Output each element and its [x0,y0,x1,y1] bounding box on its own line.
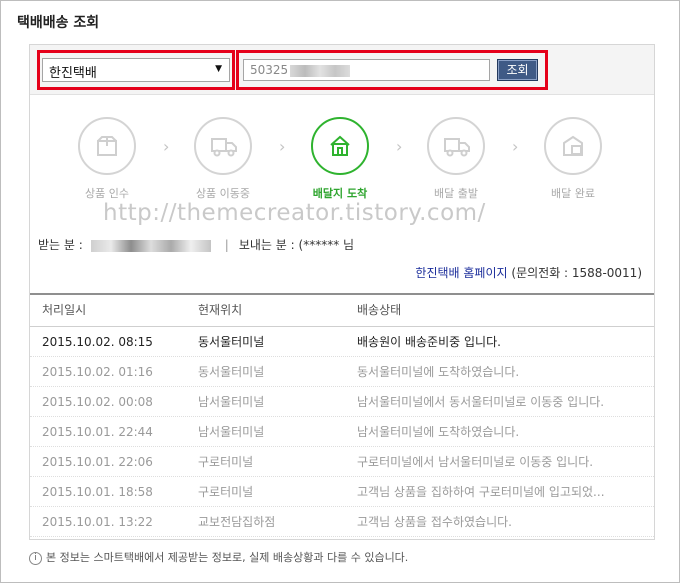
row-location: 동서울터미널 [198,365,265,379]
receiver-label: 받는 분 : [38,238,83,252]
table-row: 2015.10.01. 22:44 남서울터미널 남서울터미널에 도착하였습니다… [30,417,654,447]
recipient-info: 받는 분 : | 보내는 분 : (****** 님 [38,236,354,253]
info-icon: i [29,551,42,565]
table-row: 2015.10.02. 00:08 남서울터미널 남서울터미널에서 동서울터미널… [30,387,654,417]
header-location: 현재위치 [198,303,243,317]
step-label: 상품 인수 [85,187,129,200]
step-destination-arrived: 배달지 도착 [300,117,380,201]
row-location: 남서울터미널 [198,425,265,439]
divider: | [224,238,229,252]
row-datetime: 2015.10.01. 13:22 [42,515,153,529]
truck-icon [194,117,252,175]
delivery-progress-steps: 상품 인수 › 상품 이동중 › 배달지 도착 › 배달 출발 › 배달 완료 [30,117,654,207]
step-delivered: 배달 완료 [533,117,613,201]
step-out-for-delivery: 배달 출발 [416,117,496,201]
row-datetime: 2015.10.02. 08:15 [42,335,153,349]
row-datetime: 2015.10.01. 22:06 [42,455,153,469]
row-location: 구로터미널 [198,485,254,499]
row-status: 배송원이 배송준비중 입니다. [357,335,501,349]
row-location: 남서울터미널 [198,395,265,409]
chevron-right-icon: › [163,137,170,156]
row-status: 고객님 상품을 접수하였습니다. [357,515,512,529]
row-status: 고객님 상품을 집하하여 구로터미널에 입고되었... [357,485,605,499]
header-datetime: 처리일시 [42,303,87,317]
chevron-right-icon: › [512,137,519,156]
step-label: 배달지 도착 [312,187,368,200]
row-status: 동서울터미널에 도착하였습니다. [357,365,520,379]
chevron-right-icon: › [396,137,403,156]
home-icon [311,117,369,175]
row-location: 구로터미널 [198,455,254,469]
delivery-truck-icon [427,117,485,175]
carrier-contact: 한진택배 홈페이지 (문의전화 : 1588-0011) [415,264,642,281]
row-location: 교보전담집하점 [198,515,276,529]
disclaimer-notice: i 본 정보는 스마트택배에서 제공받는 정보로, 실제 배송상황과 다를 수 있… [29,549,408,565]
header-status: 배송상태 [357,303,402,317]
tracking-history-table: 처리일시 현재위치 배송상태 2015.10.02. 08:15 동서울터미널 … [30,293,654,537]
row-datetime: 2015.10.02. 00:08 [42,395,153,409]
table-row: 2015.10.02. 08:15 동서울터미널 배송원이 배송준비중 입니다. [30,327,654,357]
table-row: 2015.10.01. 22:06 구로터미널 구로터미널에서 남서울터미널로 … [30,447,654,477]
sender-value: (****** 님 [298,238,355,252]
page-title: 택배배송 조회 [17,15,100,31]
select-highlight-box [37,50,235,90]
blurred-receiver-name [90,239,211,252]
row-status: 남서울터미널에 도착하였습니다. [357,425,520,439]
disclaimer-text: 본 정보는 스마트택배에서 제공받는 정보로, 실제 배송상황과 다를 수 있습… [46,551,409,564]
carrier-homepage-link[interactable]: 한진택배 홈페이지 [415,266,507,280]
step-in-transit: 상품 이동중 [183,117,263,201]
step-label: 배달 완료 [551,187,595,200]
row-status: 구로터미널에서 남서울터미널로 이동중 입니다. [357,455,594,469]
row-datetime: 2015.10.01. 22:44 [42,425,153,439]
table-header: 처리일시 현재위치 배송상태 [30,295,654,327]
step-label: 상품 이동중 [195,187,251,200]
step-pickup: 상품 인수 [67,117,147,201]
row-datetime: 2015.10.01. 18:58 [42,485,153,499]
chevron-right-icon: › [279,137,286,156]
table-row: 2015.10.01. 13:22 교보전담집하점 고객님 상품을 접수하였습니… [30,507,654,537]
row-status: 남서울터미널에서 동서울터미널로 이동중 입니다. [357,395,605,409]
watermark-text: http://themecreator.tistory.com/ [103,200,486,226]
table-row: 2015.10.02. 01:16 동서울터미널 동서울터미널에 도착하였습니다… [30,357,654,387]
box-icon [78,117,136,175]
delivered-box-icon [544,117,602,175]
input-highlight-box [236,50,548,90]
table-row: 2015.10.01. 18:58 구로터미널 고객님 상품을 집하하여 구로터… [30,477,654,507]
sender-label: 보내는 분 : [238,238,295,252]
carrier-phone: (문의전화 : 1588-0011) [511,266,642,280]
step-label: 배달 출발 [434,187,478,200]
row-datetime: 2015.10.02. 01:16 [42,365,153,379]
row-location: 동서울터미널 [198,335,265,349]
